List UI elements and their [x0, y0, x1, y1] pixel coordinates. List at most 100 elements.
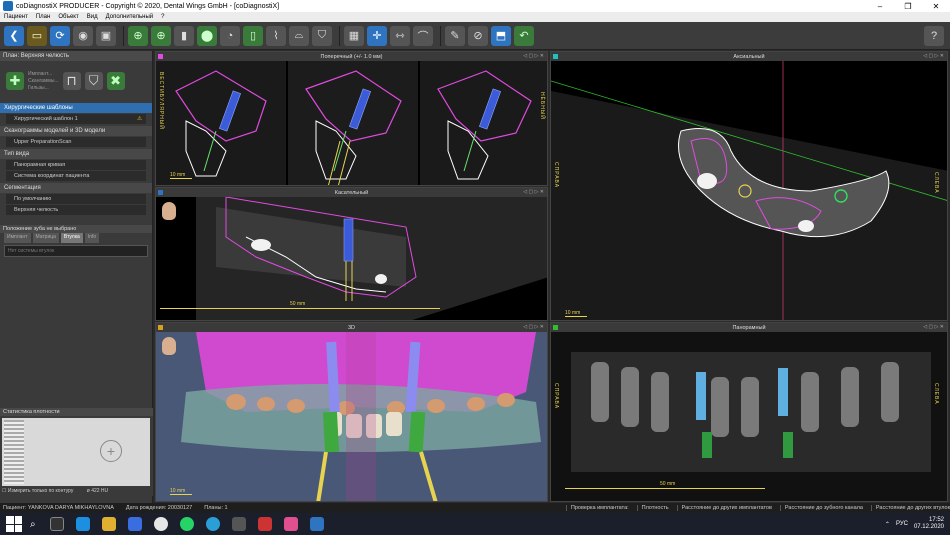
sync-icon[interactable]: ⟳: [50, 25, 70, 46]
pen-icon[interactable]: ✎: [445, 25, 465, 46]
system-tray: ⌃ РУС 17:52 07.12.2020: [885, 517, 950, 531]
viewport-title: Поперечный (+/- 1.0 мм): [320, 53, 383, 60]
back-button[interactable]: ❮: [4, 25, 24, 46]
app-icon[interactable]: [283, 517, 298, 531]
viewport-controls[interactable]: ◁ ▢ ▷ ✕: [523, 189, 544, 195]
layout-icon[interactable]: ▦: [344, 25, 364, 46]
status-patient: Пациент: YANKOVA DARYA MIKHAYLOVNA: [3, 505, 114, 511]
task-view-icon[interactable]: [49, 517, 64, 531]
tool-sleeves[interactable]: Гильзы...: [28, 85, 59, 92]
sleeve-icon[interactable]: ▮: [174, 25, 194, 46]
telegram-icon[interactable]: [205, 517, 220, 531]
section-view-type[interactable]: Тип вида: [0, 149, 152, 159]
plan-header: План: Верхняя челюсть: [0, 51, 152, 61]
codiagnostix-icon[interactable]: [309, 517, 324, 531]
tool-scans[interactable]: Скангаммы...: [28, 78, 59, 85]
check-density[interactable]: Плотность: [636, 505, 669, 511]
check-implant-distance[interactable]: Расстояние до других имплантатов: [676, 505, 772, 511]
implant-add-icon[interactable]: ⊕: [128, 25, 148, 46]
arch-icon[interactable]: ⌒: [413, 25, 433, 46]
tray-chevron-icon[interactable]: ⌃: [885, 521, 890, 528]
viewport-header: Аксиальный ◁ ▢ ▷ ✕: [551, 52, 947, 61]
bridge-icon[interactable]: ⌓: [289, 25, 309, 46]
section-scans[interactable]: Сканограммы моделей и 3D модели: [0, 126, 152, 136]
edge-icon[interactable]: [75, 517, 90, 531]
tray-clock[interactable]: 17:52 07.12.2020: [914, 517, 944, 531]
media-icon[interactable]: [231, 517, 246, 531]
section-segmentation[interactable]: Сегментация: [0, 183, 152, 193]
cube-icon[interactable]: ▣: [96, 25, 116, 46]
check-label: Проверка имплантата:: [565, 505, 629, 511]
menu-object[interactable]: Объект: [58, 14, 78, 20]
scale-bar: 10 mm: [170, 488, 192, 495]
view-item-panoramic[interactable]: Панорамная кривая: [6, 160, 146, 170]
viewport-color-tag: [553, 54, 558, 59]
windows-start-icon[interactable]: [6, 516, 22, 532]
nerve-icon[interactable]: ⌇: [266, 25, 286, 46]
model-icon[interactable]: ◔: [220, 25, 240, 46]
toolbar-divider: [339, 25, 340, 46]
add-measure-icon[interactable]: +: [100, 440, 122, 462]
viewport-tangential[interactable]: Касательный ◁ ▢ ▷ ✕ 50 mm: [155, 187, 548, 321]
undo-icon[interactable]: ↶: [514, 25, 534, 46]
density-value: ø 422 HU: [86, 488, 109, 494]
menu-extra[interactable]: Дополнительный: [106, 14, 154, 20]
help-icon[interactable]: ?: [924, 25, 944, 46]
section-surgical-templates[interactable]: Хирургические шаблоны: [0, 103, 152, 113]
tool-implant[interactable]: Имплант...: [28, 71, 59, 78]
viewport-axial[interactable]: Аксиальный ◁ ▢ ▷ ✕ СПРАВА СЛЕВА 10 mm: [550, 51, 948, 321]
chrome-icon[interactable]: [153, 517, 168, 531]
viewport-controls[interactable]: ◁ ▢ ▷ ✕: [523, 324, 544, 330]
tab-sleeve[interactable]: Втулка: [60, 233, 83, 243]
range-icon[interactable]: ⇿: [390, 25, 410, 46]
menu-view[interactable]: Вид: [87, 14, 98, 20]
menu-patient[interactable]: Пациент: [4, 14, 28, 20]
menu-plan[interactable]: План: [36, 14, 50, 20]
search-icon[interactable]: ⌕: [30, 519, 36, 530]
surgical-template-item[interactable]: Хирургический шаблон 1 ⚠: [6, 114, 146, 124]
tab-info[interactable]: Info: [84, 233, 100, 243]
whatsapp-icon[interactable]: [179, 517, 194, 531]
implant-copy-icon[interactable]: ⊕: [151, 25, 171, 46]
tab-matrix[interactable]: Матрица: [32, 233, 59, 243]
menu-help[interactable]: ?: [161, 14, 164, 20]
template-icon[interactable]: ⛉: [312, 25, 332, 46]
minimize-button[interactable]: –: [866, 2, 894, 11]
check-canal-distance[interactable]: Расстояние до зубного канала: [779, 505, 863, 511]
segment-icon[interactable]: ⬤: [197, 25, 217, 46]
viewport-controls[interactable]: ◁ ▢ ▷ ✕: [923, 53, 944, 59]
segment-tool-icon[interactable]: ✖: [106, 72, 125, 90]
measure-icon[interactable]: ▯: [243, 25, 263, 46]
viewport-controls[interactable]: ◁ ▢ ▷ ✕: [923, 324, 944, 330]
viewport-controls[interactable]: ◁ ▢ ▷ ✕: [523, 53, 544, 59]
sleeve-system-select[interactable]: Нет системы втулок: [4, 245, 148, 257]
viewport-3d[interactable]: 3D ◁ ▢ ▷ ✕ 10 mm: [155, 322, 548, 502]
viewport-color-tag: [158, 325, 163, 330]
tab-implant[interactable]: Имплант: [4, 233, 31, 243]
open-folder-icon[interactable]: ▭: [27, 25, 47, 46]
viewport-title: Касательный: [334, 189, 369, 196]
explorer-icon[interactable]: [101, 517, 116, 531]
side-label-right: НЁБНЫЙ: [539, 92, 545, 120]
side-label-right: СЛЕВА: [933, 172, 939, 194]
crosshair-icon[interactable]: ✛: [367, 25, 387, 46]
viewport-transverse[interactable]: Поперечный (+/- 1.0 мм) ◁ ▢ ▷ ✕ ВЕСТИБУЛ…: [155, 51, 548, 186]
sleeve-tool-icon[interactable]: ⊓: [62, 72, 81, 90]
template-tool-icon[interactable]: ⛉: [84, 72, 103, 90]
segment-item-default[interactable]: По умолчанию: [6, 194, 146, 204]
add-implant-icon[interactable]: ✚: [6, 72, 24, 90]
tray-language[interactable]: РУС: [896, 521, 908, 527]
segment-item-upper[interactable]: Верхняя челюсть: [6, 205, 146, 215]
export-icon[interactable]: ⬒: [491, 25, 511, 46]
toolbar-divider: [123, 25, 124, 46]
maximize-button[interactable]: ❐: [894, 2, 922, 11]
close-button[interactable]: ✕: [922, 2, 950, 11]
acrobat-icon[interactable]: [257, 517, 272, 531]
check-sleeve-distance[interactable]: Расстояние до других втулок: [870, 505, 950, 511]
viewport-panoramic[interactable]: Панорамный ◁ ▢ ▷ ✕ СПРАВА СЛЕВА 50 mm: [550, 322, 948, 502]
patient-data-icon[interactable]: ◉: [73, 25, 93, 46]
store-icon[interactable]: [127, 517, 142, 531]
scan-item[interactable]: Upper PreparationScan: [6, 137, 146, 147]
view-item-coords[interactable]: Система координат пациента: [6, 171, 146, 181]
hide-icon[interactable]: ⊘: [468, 25, 488, 46]
